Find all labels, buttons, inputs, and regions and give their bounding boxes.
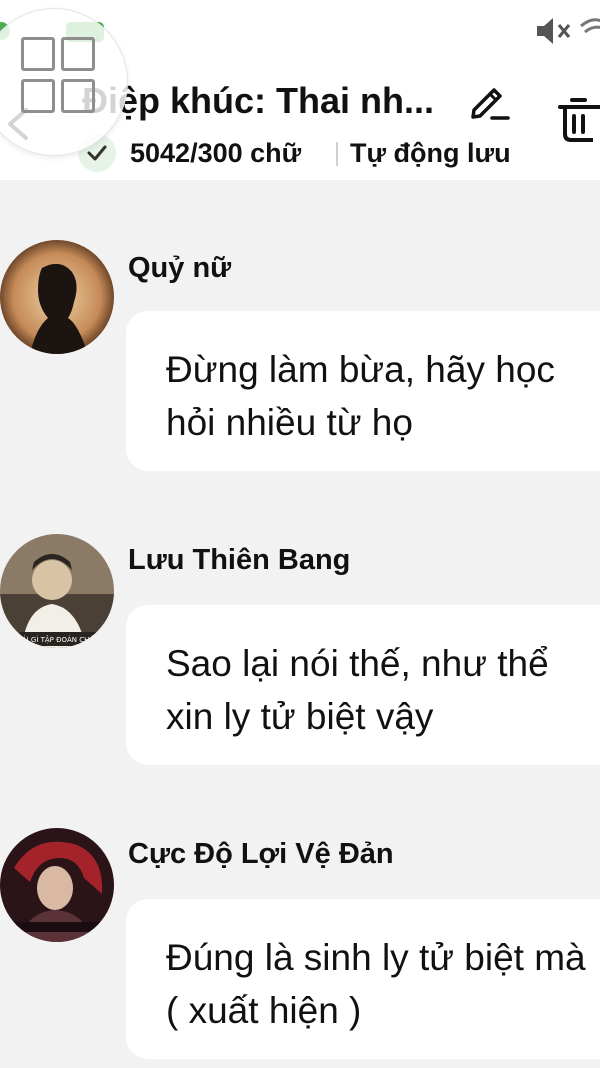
grid-icon bbox=[21, 79, 55, 113]
message-text: Đừng làm bừa, hãy học hỏi nhiều từ họ bbox=[166, 349, 555, 443]
volume-mute-icon bbox=[537, 18, 571, 44]
save-status: 5042/300 chữ Tự động lưu bbox=[78, 134, 528, 174]
sender-name: Lưu Thiên Bang bbox=[128, 544, 351, 576]
word-count: 5042/300 chữ bbox=[130, 138, 302, 168]
sender-name: Cực Độ Lợi Vệ Đản bbox=[128, 838, 394, 870]
avatar[interactable]: CÁI GÌ TẬP ĐOÀN CHỨ? bbox=[0, 534, 114, 648]
message-item: CÁI GÌ TẬP ĐOÀN CHỨ? Lưu Thiên Bang Sao … bbox=[0, 534, 600, 766]
divider bbox=[336, 142, 338, 166]
grid-icon bbox=[61, 37, 95, 71]
message-text: Sao lại nói thế, như thể xin ly tử biệt … bbox=[166, 643, 549, 737]
message-item: Cực Độ Lợi Vệ Đản Đúng là sinh ly tử biệ… bbox=[0, 828, 600, 1060]
avatar-caption: CÁI GÌ TẬP ĐOÀN CHỨ? bbox=[17, 635, 99, 644]
trash-icon[interactable] bbox=[557, 94, 600, 144]
check-icon bbox=[87, 145, 107, 161]
message-bubble[interactable]: Sao lại nói thế, như thể xin ly tử biệt … bbox=[126, 605, 600, 765]
wifi-icon bbox=[580, 18, 600, 34]
pencil-icon[interactable] bbox=[466, 80, 510, 124]
grid-icon bbox=[61, 79, 95, 113]
top-bar: Điệp khúc: Thai nh... 5042/300 chữ Tự độ… bbox=[0, 0, 600, 180]
sender-name: Quỷ nữ bbox=[128, 252, 232, 284]
autosave-label: Tự động lưu bbox=[350, 138, 511, 168]
status-bar-right bbox=[533, 14, 600, 48]
avatar[interactable] bbox=[0, 240, 114, 354]
message-bubble[interactable]: Đúng là sinh ly tử biệt mà ( xuất hiện ) bbox=[126, 899, 600, 1059]
avatar[interactable] bbox=[0, 828, 114, 942]
message-bubble[interactable]: Đừng làm bừa, hãy học hỏi nhiều từ họ bbox=[126, 311, 600, 471]
grid-icon bbox=[21, 37, 55, 71]
message-item: Quỷ nữ Đừng làm bừa, hãy học hỏi nhiều t… bbox=[0, 240, 600, 472]
message-text: Đúng là sinh ly tử biệt mà ( xuất hiện ) bbox=[166, 937, 586, 1031]
document-title[interactable]: Điệp khúc: Thai nh... bbox=[82, 78, 454, 124]
